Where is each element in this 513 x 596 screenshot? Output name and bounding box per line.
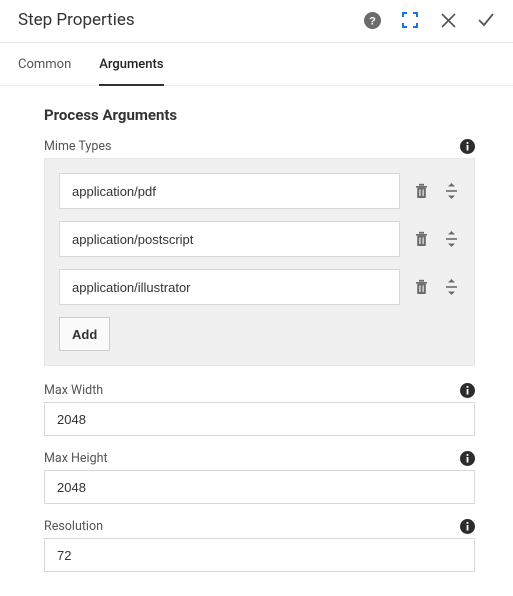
max-height-label: Max Height bbox=[44, 451, 108, 466]
max-width-label: Max Width bbox=[44, 383, 103, 398]
add-button[interactable]: Add bbox=[59, 317, 110, 351]
help-icon[interactable]: ? bbox=[363, 11, 381, 29]
delete-icon[interactable] bbox=[412, 230, 430, 248]
header-actions: ? bbox=[363, 11, 495, 29]
mime-type-input[interactable] bbox=[59, 173, 400, 209]
mime-types-multifield: Add bbox=[44, 158, 475, 366]
mime-type-row bbox=[59, 221, 460, 257]
svg-text:?: ? bbox=[369, 15, 376, 27]
info-icon[interactable] bbox=[459, 450, 475, 466]
max-height-input[interactable] bbox=[44, 470, 475, 504]
reorder-icon[interactable] bbox=[442, 182, 460, 200]
tabs: Common Arguments bbox=[0, 43, 513, 86]
confirm-icon[interactable] bbox=[477, 11, 495, 29]
fullscreen-icon[interactable] bbox=[401, 11, 419, 29]
mime-types-label-row: Mime Types bbox=[44, 138, 475, 154]
resolution-label: Resolution bbox=[44, 519, 103, 534]
max-height-label-row: Max Height bbox=[44, 450, 475, 466]
tab-common[interactable]: Common bbox=[18, 43, 71, 85]
delete-icon[interactable] bbox=[412, 182, 430, 200]
max-width-field: Max Width bbox=[44, 382, 475, 436]
dialog-header: Step Properties ? bbox=[0, 0, 513, 43]
tab-panel-arguments: Process Arguments Mime Types bbox=[0, 86, 513, 596]
mime-type-row bbox=[59, 269, 460, 305]
delete-icon[interactable] bbox=[412, 278, 430, 296]
tab-arguments[interactable]: Arguments bbox=[99, 43, 163, 86]
dialog-title: Step Properties bbox=[18, 10, 135, 30]
resolution-label-row: Resolution bbox=[44, 518, 475, 534]
max-height-field: Max Height bbox=[44, 450, 475, 504]
reorder-icon[interactable] bbox=[442, 230, 460, 248]
mime-type-input[interactable] bbox=[59, 269, 400, 305]
max-width-input[interactable] bbox=[44, 402, 475, 436]
mime-type-row bbox=[59, 173, 460, 209]
mime-types-label: Mime Types bbox=[44, 139, 111, 154]
resolution-field: Resolution bbox=[44, 518, 475, 572]
info-icon[interactable] bbox=[459, 518, 475, 534]
info-icon[interactable] bbox=[459, 382, 475, 398]
info-icon[interactable] bbox=[459, 138, 475, 154]
reorder-icon[interactable] bbox=[442, 278, 460, 296]
section-title: Process Arguments bbox=[44, 106, 475, 124]
max-width-label-row: Max Width bbox=[44, 382, 475, 398]
resolution-input[interactable] bbox=[44, 538, 475, 572]
close-icon[interactable] bbox=[439, 11, 457, 29]
mime-type-input[interactable] bbox=[59, 221, 400, 257]
